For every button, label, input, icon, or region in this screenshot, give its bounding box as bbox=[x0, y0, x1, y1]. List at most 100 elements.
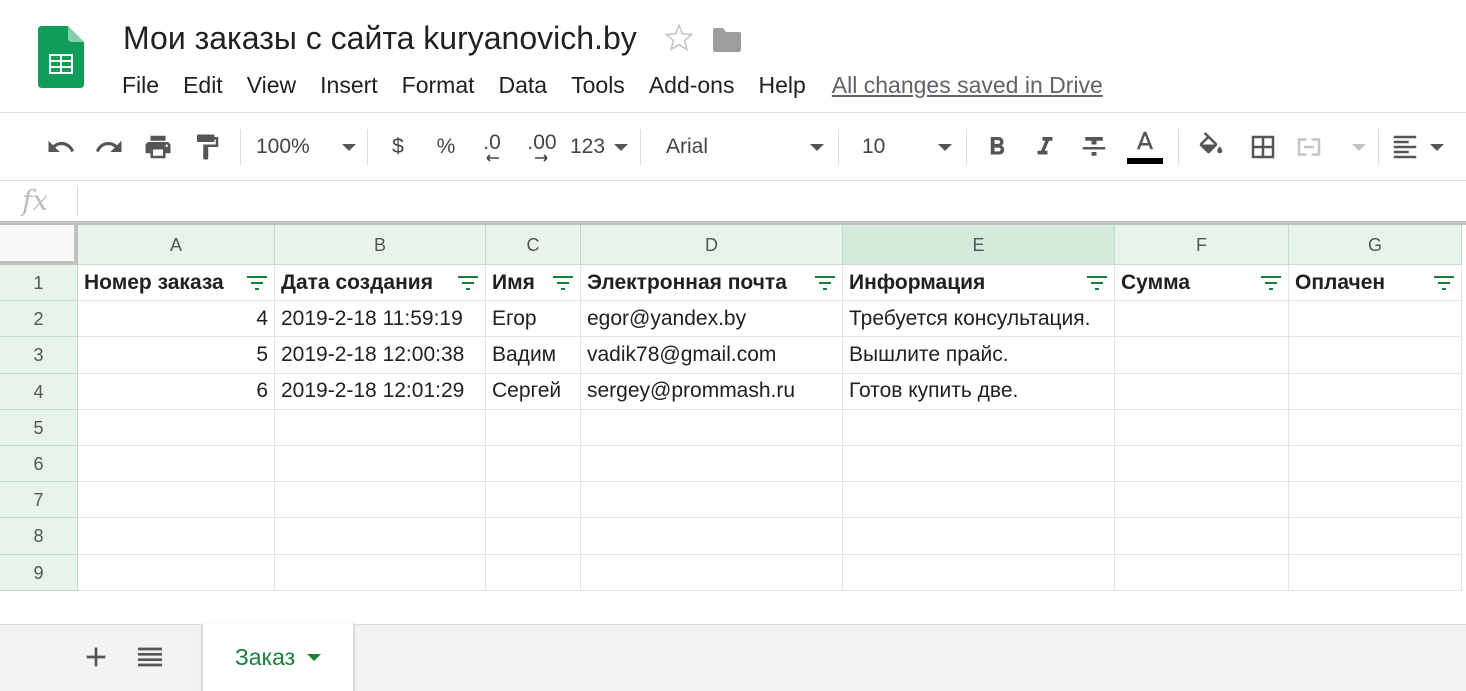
borders-button[interactable] bbox=[1244, 125, 1282, 169]
chevron-down-icon[interactable] bbox=[307, 654, 322, 661]
row-header-3[interactable]: 3 bbox=[0, 337, 78, 374]
cell-f2[interactable] bbox=[1115, 301, 1289, 338]
row-header-5[interactable]: 5 bbox=[0, 409, 78, 446]
cell-c2[interactable]: Егор bbox=[486, 301, 581, 338]
row-header-7[interactable]: 7 bbox=[0, 482, 78, 519]
cell-d3[interactable]: vadik78@gmail.com bbox=[581, 337, 843, 374]
cell-d5[interactable] bbox=[581, 409, 843, 446]
cell-f3[interactable] bbox=[1115, 337, 1289, 374]
horizontal-align-button[interactable] bbox=[1390, 125, 1444, 169]
header-cell-g[interactable]: Оплачен bbox=[1289, 265, 1462, 302]
menu-insert[interactable]: Insert bbox=[308, 66, 390, 104]
cell-c8[interactable] bbox=[486, 518, 581, 555]
paint-format-button[interactable] bbox=[188, 125, 226, 169]
percent-format-button[interactable]: % bbox=[430, 125, 462, 169]
cell-c6[interactable] bbox=[486, 446, 581, 483]
cell-g9[interactable] bbox=[1289, 554, 1462, 591]
cell-a7[interactable] bbox=[78, 482, 275, 519]
bold-button[interactable] bbox=[978, 125, 1016, 169]
redo-button[interactable] bbox=[90, 125, 128, 169]
cell-e9[interactable] bbox=[843, 554, 1115, 591]
menu-view[interactable]: View bbox=[235, 66, 308, 104]
currency-format-button[interactable]: $ bbox=[382, 125, 414, 169]
cell-c5[interactable] bbox=[486, 409, 581, 446]
cell-f5[interactable] bbox=[1115, 409, 1289, 446]
cell-g6[interactable] bbox=[1289, 446, 1462, 483]
menu-format[interactable]: Format bbox=[390, 66, 487, 104]
fill-color-button[interactable] bbox=[1192, 125, 1230, 169]
header-cell-c[interactable]: Имя bbox=[486, 265, 581, 302]
cell-d9[interactable] bbox=[581, 554, 843, 591]
text-color-button[interactable] bbox=[1124, 125, 1166, 169]
filter-icon[interactable] bbox=[457, 275, 479, 291]
cell-f8[interactable] bbox=[1115, 518, 1289, 555]
column-header-c[interactable]: C bbox=[486, 225, 581, 265]
cell-a6[interactable] bbox=[78, 446, 275, 483]
cell-b9[interactable] bbox=[275, 554, 486, 591]
header-cell-a[interactable]: Номер заказа bbox=[78, 265, 275, 302]
folder-icon[interactable] bbox=[711, 26, 743, 54]
menu-addons[interactable]: Add-ons bbox=[637, 66, 747, 104]
select-all-corner[interactable] bbox=[0, 225, 78, 265]
filter-icon[interactable] bbox=[814, 275, 836, 291]
document-title[interactable]: Мои заказы с сайта kuryanovich.by bbox=[123, 16, 637, 60]
cell-a3[interactable]: 5 bbox=[78, 337, 275, 374]
cell-e6[interactable] bbox=[843, 446, 1115, 483]
cell-b6[interactable] bbox=[275, 446, 486, 483]
google-sheets-logo[interactable] bbox=[38, 26, 84, 88]
increase-decimal-button[interactable]: .00 bbox=[522, 125, 562, 169]
cell-d2[interactable]: egor@yandex.by bbox=[581, 301, 843, 338]
filter-icon[interactable] bbox=[1086, 275, 1108, 291]
sheet-tab-active[interactable]: Заказ bbox=[202, 623, 354, 691]
add-sheet-plus-icon[interactable] bbox=[80, 641, 112, 673]
column-header-d[interactable]: D bbox=[581, 225, 843, 265]
cell-b5[interactable] bbox=[275, 409, 486, 446]
menu-file[interactable]: File bbox=[110, 66, 171, 104]
filter-icon[interactable] bbox=[1260, 275, 1282, 291]
menu-tools[interactable]: Tools bbox=[559, 66, 637, 104]
column-header-e[interactable]: E bbox=[843, 225, 1115, 265]
cell-b7[interactable] bbox=[275, 482, 486, 519]
column-header-b[interactable]: B bbox=[275, 225, 486, 265]
filter-icon[interactable] bbox=[246, 275, 268, 291]
save-status-link[interactable]: All changes saved in Drive bbox=[832, 72, 1103, 99]
row-header-9[interactable]: 9 bbox=[0, 554, 78, 591]
zoom-select[interactable]: 100% bbox=[256, 125, 356, 169]
row-header-2[interactable]: 2 bbox=[0, 301, 78, 338]
star-outline-icon[interactable] bbox=[663, 22, 695, 54]
row-header-8[interactable]: 8 bbox=[0, 518, 78, 555]
cell-g8[interactable] bbox=[1289, 518, 1462, 555]
cell-g5[interactable] bbox=[1289, 409, 1462, 446]
cell-g4[interactable] bbox=[1289, 373, 1462, 410]
cell-c7[interactable] bbox=[486, 482, 581, 519]
cell-b3[interactable]: 2019-2-18 12:00:38 bbox=[275, 337, 486, 374]
cell-f6[interactable] bbox=[1115, 446, 1289, 483]
cell-e7[interactable] bbox=[843, 482, 1115, 519]
filter-icon[interactable] bbox=[552, 275, 574, 291]
filter-icon[interactable] bbox=[1433, 275, 1455, 291]
cell-e2[interactable]: Требуется консультация. bbox=[843, 301, 1115, 338]
cell-d6[interactable] bbox=[581, 446, 843, 483]
decrease-decimal-button[interactable]: .0 bbox=[474, 125, 510, 169]
header-cell-b[interactable]: Дата создания bbox=[275, 265, 486, 302]
cell-a4[interactable]: 6 bbox=[78, 373, 275, 410]
cell-b8[interactable] bbox=[275, 518, 486, 555]
strikethrough-button[interactable] bbox=[1075, 125, 1113, 169]
more-formats-select[interactable]: 123 bbox=[570, 125, 628, 169]
column-header-a[interactable]: A bbox=[78, 225, 275, 265]
all-sheets-menu-icon[interactable] bbox=[134, 641, 166, 673]
font-family-select[interactable]: Arial bbox=[666, 125, 824, 169]
cell-b4[interactable]: 2019-2-18 12:01:29 bbox=[275, 373, 486, 410]
cell-a9[interactable] bbox=[78, 554, 275, 591]
menu-edit[interactable]: Edit bbox=[171, 66, 235, 104]
header-cell-d[interactable]: Электронная почта bbox=[581, 265, 843, 302]
cell-a5[interactable] bbox=[78, 409, 275, 446]
italic-button[interactable] bbox=[1026, 125, 1064, 169]
header-cell-e[interactable]: Информация bbox=[843, 265, 1115, 302]
cell-d7[interactable] bbox=[581, 482, 843, 519]
cell-f9[interactable] bbox=[1115, 554, 1289, 591]
formula-input[interactable] bbox=[86, 185, 1446, 217]
cell-e4[interactable]: Готов купить две. bbox=[843, 373, 1115, 410]
cell-g2[interactable] bbox=[1289, 301, 1462, 338]
cell-f7[interactable] bbox=[1115, 482, 1289, 519]
